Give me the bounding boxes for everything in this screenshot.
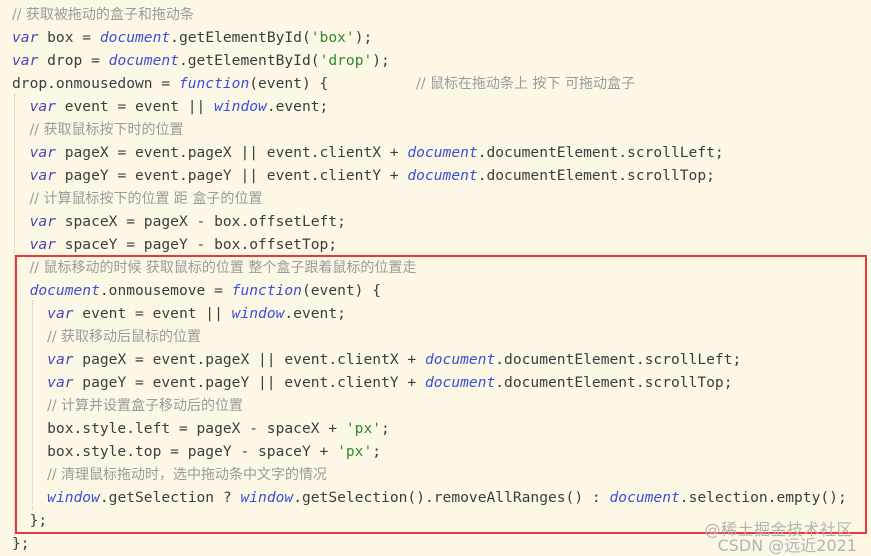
code-line[interactable]: var pageX = event.pageX || event.clientX… (12, 141, 724, 164)
code-token: spaceY = pageY - box.offsetTop; (55, 236, 338, 253)
code-token: box = (38, 29, 100, 46)
code-builtin: document (99, 29, 171, 46)
code-token: spaceX = pageX - box.offsetLeft; (55, 213, 346, 230)
code-builtin: function (178, 75, 250, 92)
code-line[interactable]: var box = document.getElementById('box')… (12, 26, 372, 49)
code-keyword: var (12, 52, 39, 69)
code-token: .documentElement.scrollLeft; (477, 144, 724, 161)
code-keyword: var (29, 236, 56, 253)
code-line[interactable]: var spaceX = pageX - box.offsetLeft; (12, 210, 346, 233)
code-token: .documentElement.scrollTop; (477, 167, 715, 184)
code-keyword: var (29, 144, 56, 161)
code-line[interactable]: var spaceY = pageY - box.offsetTop; (12, 233, 338, 256)
code-string: 'drop' (319, 52, 373, 69)
code-line[interactable]: }; (12, 532, 30, 555)
code-token: (event) { (249, 75, 417, 92)
code-keyword: var (12, 29, 39, 46)
code-token: drop.onmousedown = (12, 75, 179, 92)
code-token: .getElementById( (178, 52, 320, 69)
code-line[interactable]: // 获取鼠标按下时的位置 (12, 118, 184, 141)
code-line[interactable]: drop.onmousedown = function(event) { // … (12, 72, 635, 95)
code-line[interactable]: // 计算鼠标按下的位置 距 盒子的位置 (12, 187, 263, 210)
code-line[interactable]: var pageY = event.pageY || event.clientY… (12, 164, 715, 187)
code-token: }; (12, 535, 30, 552)
code-token: pageX = event.pageX || event.clientX + (55, 144, 408, 161)
code-comment: // 获取被拖动的盒子和拖动条 (12, 7, 194, 23)
code-token: drop = (38, 52, 109, 69)
code-comment: // 鼠标在拖动条上 按下 可拖动盒子 (416, 76, 635, 92)
code-keyword: var (29, 213, 56, 230)
code-builtin: document (407, 167, 478, 184)
code-line[interactable]: var event = event || window.event; (12, 95, 329, 118)
code-builtin: window (214, 98, 267, 115)
code-string: 'box' (310, 29, 355, 46)
code-builtin: document (108, 52, 179, 69)
code-comment: // 获取鼠标按下时的位置 (29, 122, 184, 138)
code-token: .getElementById( (170, 29, 311, 46)
code-comment: // 计算鼠标按下的位置 距 盒子的位置 (29, 191, 263, 207)
code-token: event = event || (55, 98, 215, 115)
code-line[interactable]: // 获取被拖动的盒子和拖动条 (12, 3, 194, 26)
code-token: .event; (266, 98, 329, 115)
code-token: ); (354, 29, 373, 46)
code-token: pageY = event.pageY || event.clientY + (55, 167, 408, 184)
code-line[interactable]: var drop = document.getElementById('drop… (12, 49, 390, 72)
code-token: ); (372, 52, 390, 69)
code-keyword: var (29, 167, 56, 184)
code-keyword: var (29, 98, 56, 115)
highlight-box (15, 255, 867, 534)
code-builtin: document (407, 144, 478, 161)
watermark-csdn: CSDN @远近2021 (717, 536, 857, 555)
